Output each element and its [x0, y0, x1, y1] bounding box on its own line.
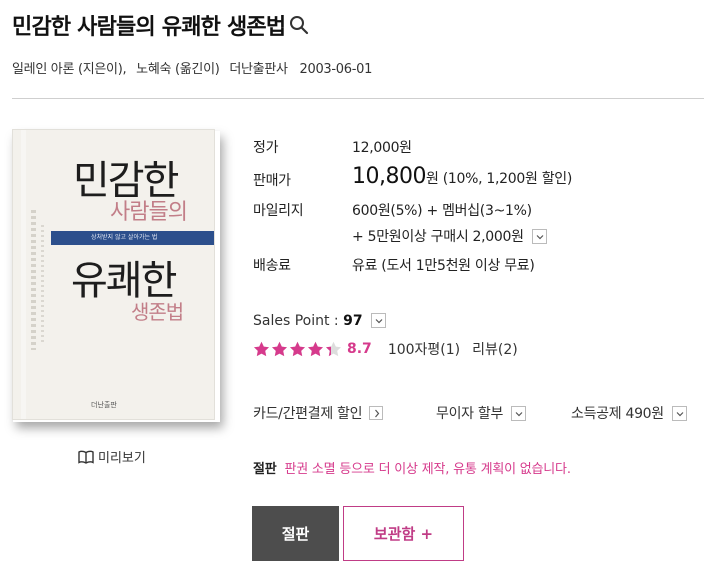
title-row: 민감한 사람들의 유쾌한 생존법: [12, 9, 309, 41]
card-discount-label: 카드/간편결제 할인: [253, 406, 363, 422]
cover-title-line2: 사람들의: [110, 200, 188, 225]
cover-stripe: [21, 130, 26, 419]
star-icon: [290, 341, 305, 356]
preview-link[interactable]: 미리보기: [78, 447, 146, 466]
mileage-dropdown-button[interactable]: [531, 228, 547, 244]
star-icon: [308, 341, 323, 356]
sales-point-label: Sales Point :: [253, 313, 339, 329]
wishlist-button[interactable]: 보관함 +: [343, 506, 464, 561]
tax-deduction-dropdown-button[interactable]: [672, 405, 688, 421]
chevron-down-icon: [536, 234, 544, 239]
star-icon: [272, 341, 287, 356]
divider: [12, 98, 704, 99]
review-link[interactable]: 리뷰(2): [472, 339, 518, 359]
sale-price-label: 판매가: [253, 173, 291, 189]
installment-dropdown-button[interactable]: [511, 405, 527, 421]
notice-message: 판권 소멸 등으로 더 이상 제작, 유통 계획이 없습니다.: [284, 462, 571, 477]
star-icon: [326, 341, 341, 356]
shipping-value: 유료 (도서 1만5천원 이상 무료): [352, 258, 535, 274]
sale-price-value: 10,800: [352, 164, 426, 189]
mileage-value: 600원(5%) + 멤버십(3~1%): [352, 203, 532, 219]
sales-point-dropdown-button[interactable]: [371, 312, 387, 328]
out-of-print-notice: 절판 판권 소멸 등으로 더 이상 제작, 유통 계획이 없습니다.: [253, 458, 571, 477]
sale-price: 10,800원 (10%, 1,200원 할인): [352, 164, 572, 189]
publisher-link[interactable]: 더난출판사: [229, 62, 288, 77]
chevron-down-icon: [515, 411, 523, 416]
shipping-label: 배송료: [253, 258, 291, 274]
book-title: 민감한 사람들의 유쾌한 생존법: [12, 15, 286, 40]
cover-vertical-text: [31, 210, 36, 350]
mileage-extra: + 5만원이상 구매시 2,000원: [352, 226, 547, 246]
installment-label: 무이자 할부: [436, 406, 504, 422]
notice-tag: 절판: [253, 462, 277, 477]
rating-score: 8.7: [347, 341, 372, 357]
chevron-down-icon: [676, 411, 684, 416]
installment[interactable]: 무이자 할부: [436, 403, 527, 423]
book-open-icon: [78, 450, 94, 464]
sales-point-value: 97: [343, 313, 363, 329]
sales-point: Sales Point : 97: [253, 312, 387, 329]
tax-deduction[interactable]: 소득공제 490원: [571, 403, 688, 423]
cover-band: 상처받지 않고 살아가는 법: [51, 231, 214, 245]
sale-discount: (10%, 1,200원 할인): [442, 171, 573, 187]
rating-row: 8.7 100자평(1) 리뷰(2): [253, 339, 530, 359]
card-discount-button[interactable]: [369, 406, 384, 420]
chevron-down-icon: [375, 318, 383, 323]
list-price-label: 정가: [253, 140, 279, 156]
mileage-label: 마일리지: [253, 203, 304, 219]
chevron-right-icon: [375, 409, 380, 418]
list-price-value: 12,000원: [352, 140, 412, 156]
publish-date: 2003-06-01: [299, 62, 373, 77]
tax-deduction-label: 소득공제 490원: [571, 406, 664, 422]
cover-title-line4: 생존법: [131, 300, 184, 324]
mileage-extra-text: + 5만원이상 구매시 2,000원: [352, 229, 524, 245]
book-cover[interactable]: 민감한 사람들의 상처받지 않고 살아가는 법 유쾌한 생존법 더난출판: [12, 129, 215, 420]
short-review-link[interactable]: 100자평(1): [388, 339, 460, 359]
card-discount[interactable]: 카드/간편결제 할인: [253, 403, 384, 423]
out-of-print-button[interactable]: 절판: [252, 506, 339, 561]
cover-publisher-mark: 더난출판: [91, 401, 117, 409]
book-meta: 일레인 아론 (지은이), 노혜숙 (옮긴이) 더난출판사 2003-06-01: [12, 58, 378, 77]
preview-label: 미리보기: [98, 451, 146, 466]
search-icon[interactable]: [289, 15, 309, 35]
translator-link[interactable]: 노혜숙 (옮긴이): [136, 62, 220, 77]
cover-vertical-text-2: [41, 225, 44, 345]
sale-price-unit: 원: [425, 171, 439, 187]
author-link[interactable]: 일레인 아론 (지은이),: [12, 62, 127, 77]
star-icon: [254, 341, 269, 356]
star-rating: [253, 341, 343, 358]
